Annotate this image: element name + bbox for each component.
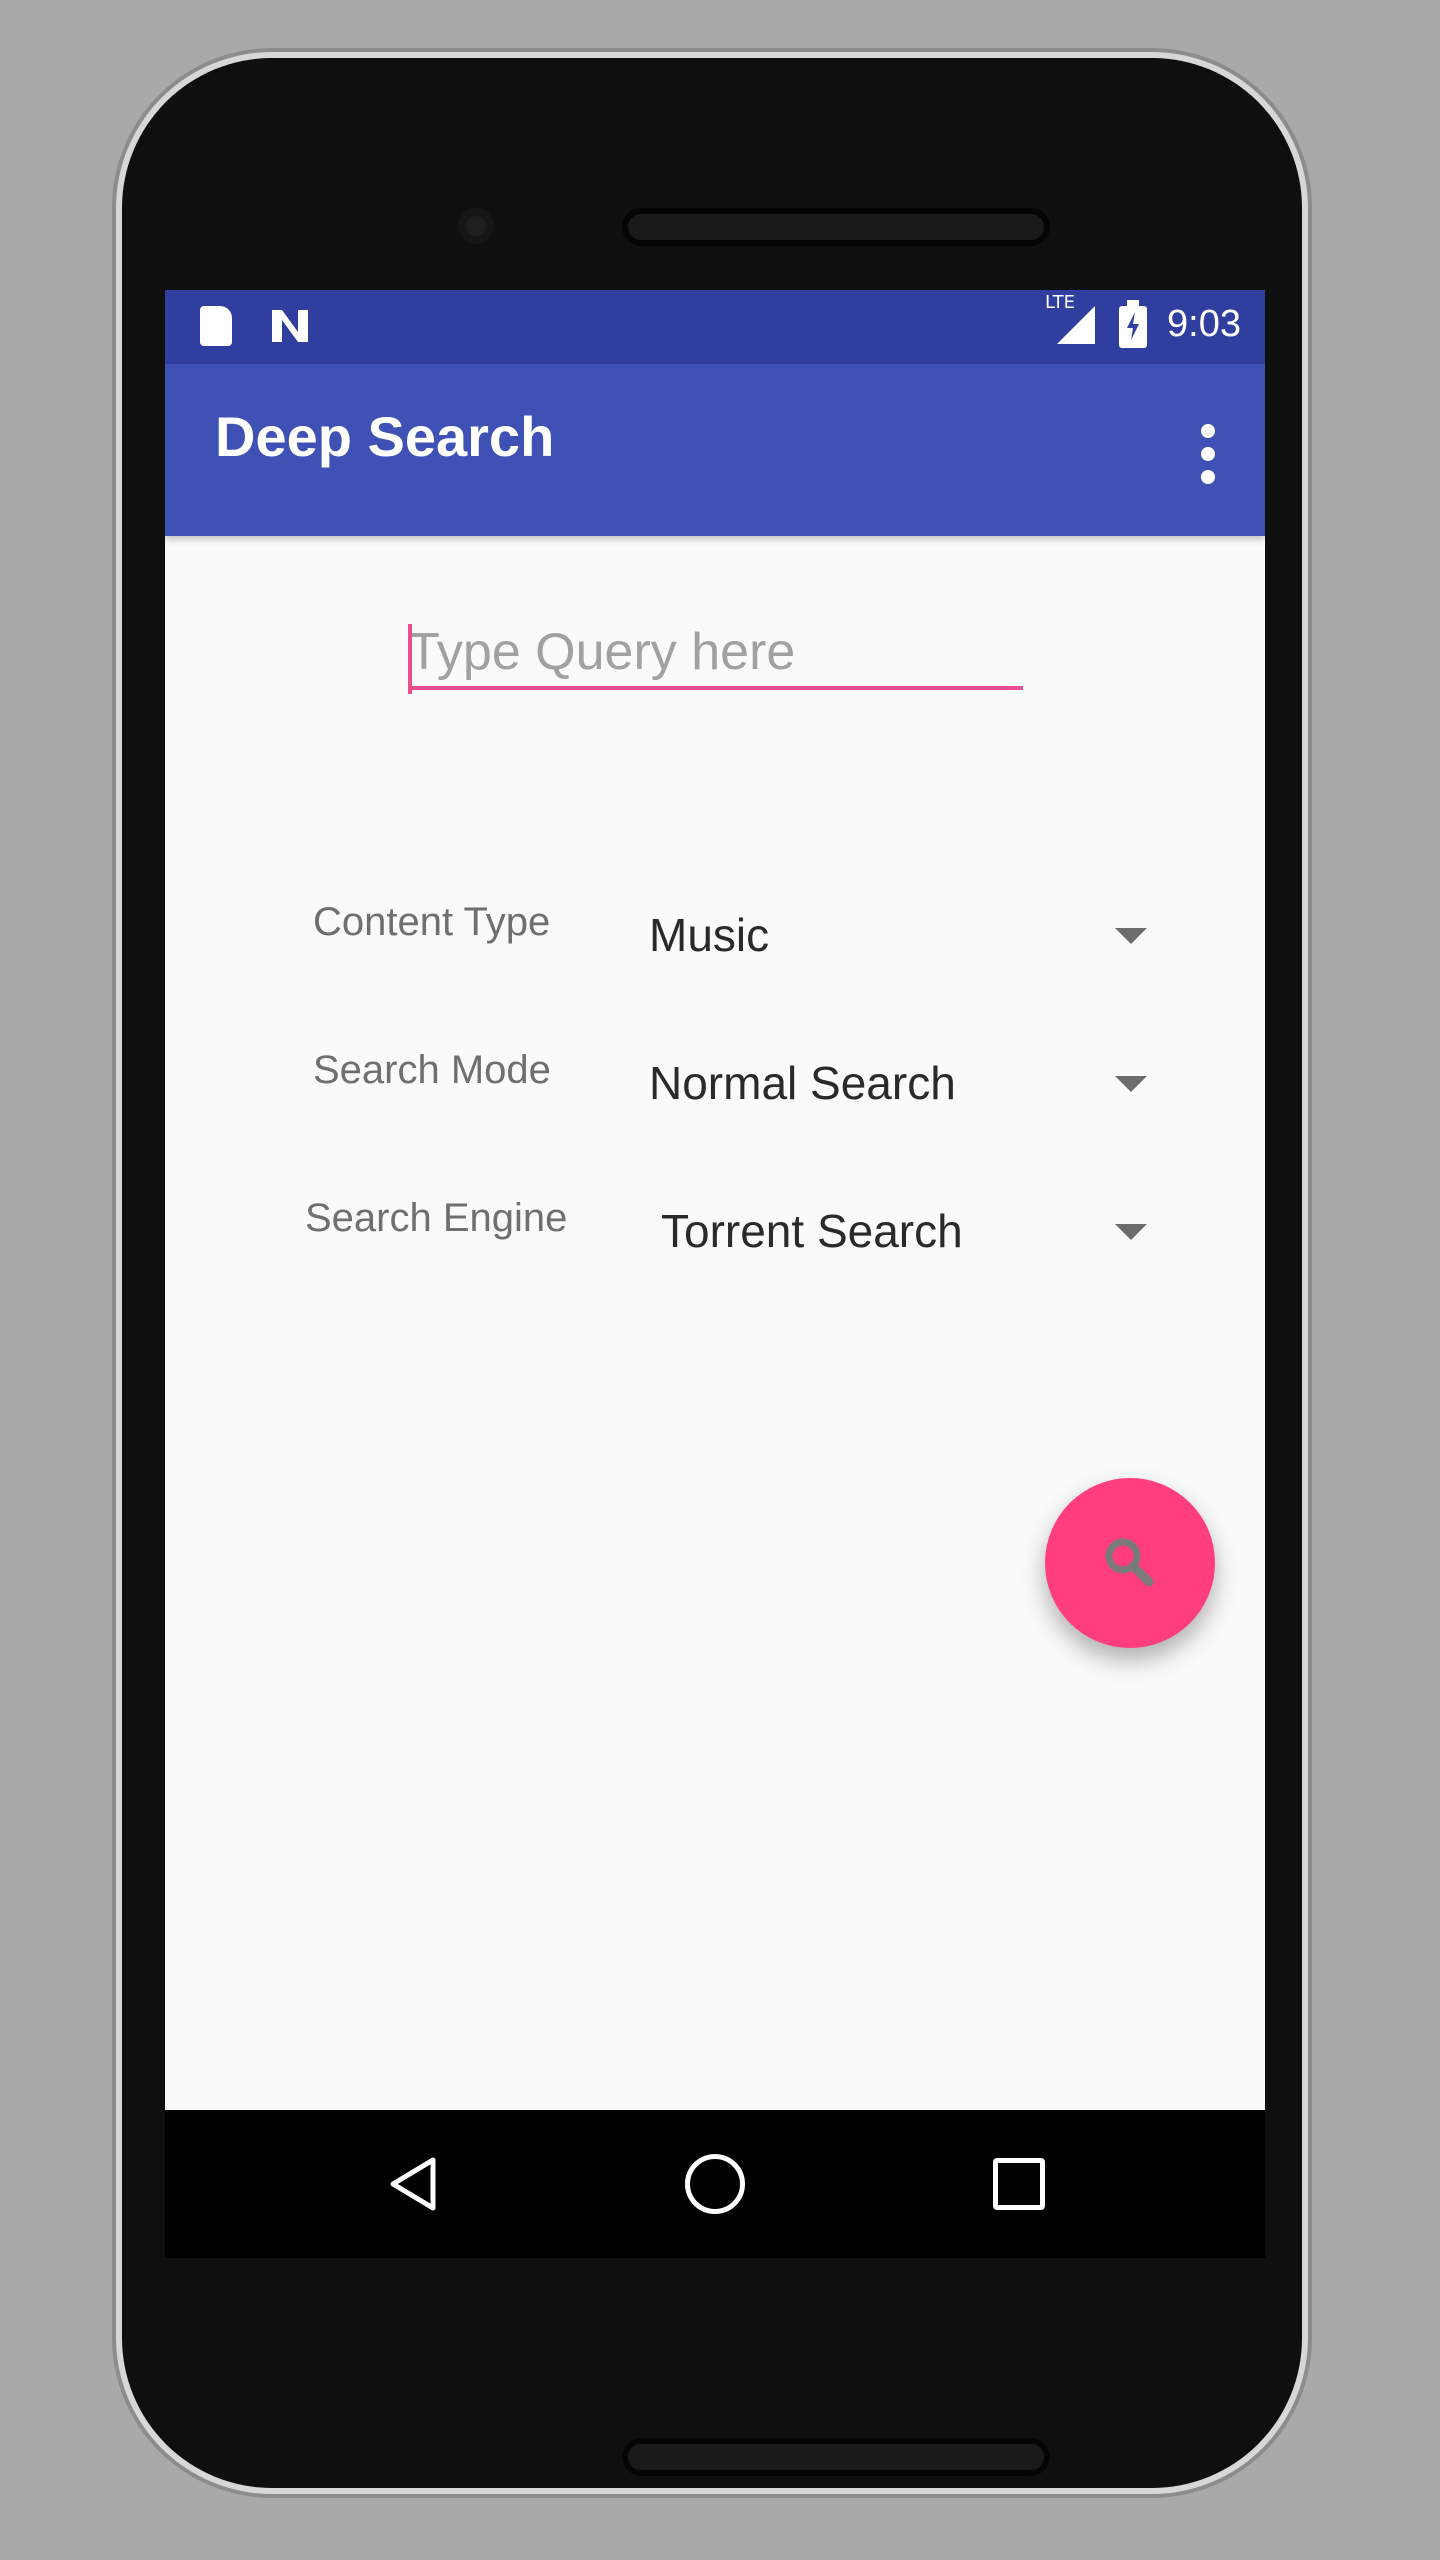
app-screen: LTE 9:03 Deep Search Content Type: [165, 290, 1265, 2258]
recent-apps-icon[interactable]: [993, 2158, 1045, 2210]
input-underline: [408, 686, 1023, 690]
bottom-speaker: [622, 2438, 1050, 2476]
lte-signal-icon: LTE: [1045, 292, 1099, 348]
status-left-icons: [200, 306, 312, 346]
status-bar: LTE 9:03: [165, 290, 1265, 364]
app-title: Deep Search: [215, 405, 555, 468]
search-engine-label: Search Engine: [305, 1196, 568, 1240]
content-type-value: Music: [649, 909, 770, 961]
search-fab-button[interactable]: [1045, 1478, 1215, 1648]
home-icon[interactable]: [685, 2154, 745, 2214]
navigation-bar: [165, 2110, 1265, 2258]
n-notification-icon: [272, 310, 308, 342]
app-bar: Deep Search: [165, 364, 1265, 536]
top-speaker: [622, 208, 1050, 246]
search-engine-row: Search Engine Torrent Search: [165, 1178, 1265, 1278]
front-camera: [458, 208, 494, 244]
dropdown-arrow-icon: [1115, 928, 1147, 944]
search-mode-label: Search Mode: [313, 1048, 551, 1092]
dropdown-arrow-icon: [1115, 1224, 1147, 1240]
search-mode-row: Search Mode Normal Search: [165, 1030, 1265, 1130]
status-right-icons: LTE 9:03: [1045, 292, 1241, 348]
search-mode-value: Normal Search: [649, 1057, 956, 1109]
battery-charging-icon: [1119, 300, 1148, 348]
search-input[interactable]: [408, 620, 1023, 684]
sd-card-icon: [200, 306, 232, 346]
back-icon[interactable]: [383, 2154, 443, 2214]
status-time: 9:03: [1167, 302, 1241, 345]
text-cursor: [408, 624, 412, 694]
content-type-label: Content Type: [313, 900, 551, 944]
dropdown-arrow-icon: [1115, 1076, 1147, 1092]
more-vert-icon[interactable]: [1201, 424, 1215, 484]
query-field[interactable]: [408, 620, 1023, 694]
search-engine-value: Torrent Search: [661, 1205, 963, 1257]
search-icon: [1105, 1538, 1154, 1587]
content-type-row: Content Type Music: [165, 882, 1265, 982]
